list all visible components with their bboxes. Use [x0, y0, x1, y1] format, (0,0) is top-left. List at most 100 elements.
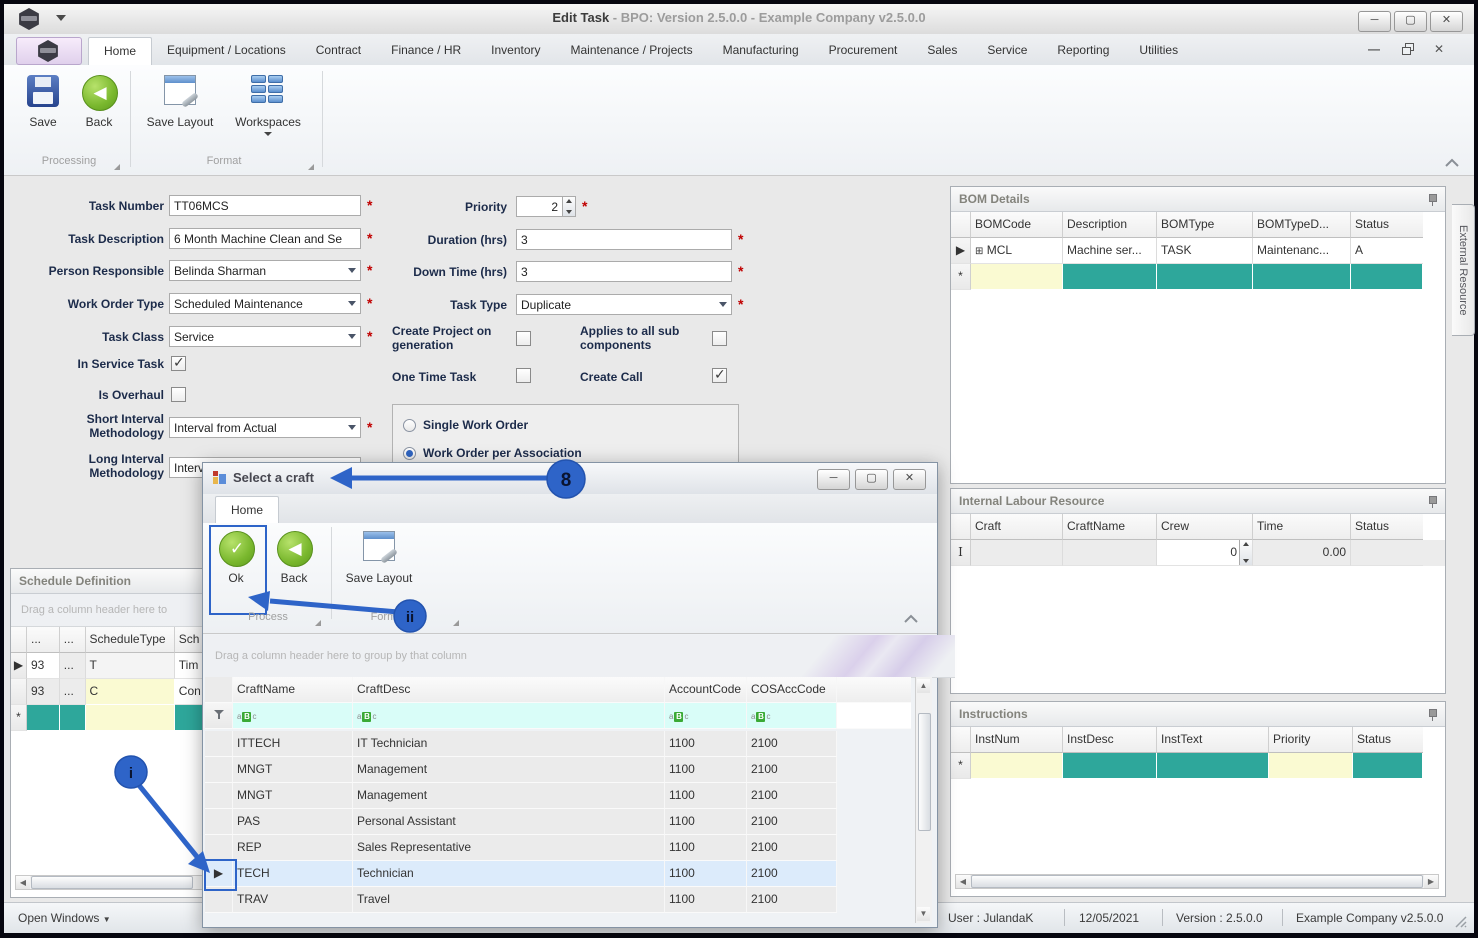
open-windows-button[interactable]: Open Windows ▼: [18, 911, 111, 925]
ellipsis-button[interactable]: ...: [59, 679, 86, 705]
mdi-close-icon[interactable]: ✕: [1434, 42, 1444, 56]
schedule-col-2[interactable]: ...: [59, 627, 86, 653]
schedule-new-row[interactable]: *: [11, 705, 211, 731]
craft-row-mngt-1[interactable]: MNGT Management 1100 2100: [205, 757, 837, 783]
scroll-thumb[interactable]: [971, 875, 1423, 888]
tab-procurement[interactable]: Procurement: [814, 37, 913, 65]
craft-col-cosacccode[interactable]: COSAccCode: [747, 677, 837, 703]
task-type-dropdown[interactable]: Duplicate: [516, 294, 732, 315]
format-group-launcher-icon[interactable]: [453, 620, 459, 626]
scroll-down-icon[interactable]: ▼: [917, 907, 930, 921]
inst-col-insttext[interactable]: InstText: [1157, 727, 1269, 753]
one-time-task-checkbox[interactable]: [516, 368, 531, 383]
tab-external-resource[interactable]: External Resource: [1452, 204, 1475, 336]
filter-craftdesc-input[interactable]: aBc: [353, 703, 665, 729]
labour-col-crew[interactable]: Crew: [1157, 514, 1253, 540]
filter-cosacccode-input[interactable]: aBc: [747, 703, 837, 729]
craft-col-craftname[interactable]: CraftName: [233, 677, 353, 703]
dialog-maximize-button[interactable]: ▢: [855, 469, 888, 490]
table-row[interactable]: ▶ 93 ... T Tim: [11, 653, 211, 679]
dialog-back-button[interactable]: ◀ Back: [269, 531, 319, 585]
tab-reporting[interactable]: Reporting: [1042, 37, 1124, 65]
scroll-thumb[interactable]: [918, 713, 931, 831]
pin-icon[interactable]: [1427, 708, 1437, 721]
save-button[interactable]: Save: [16, 75, 70, 129]
tab-service[interactable]: Service: [972, 37, 1042, 65]
minimize-button[interactable]: ─: [1358, 11, 1391, 32]
instructions-hscrollbar[interactable]: ◀ ▶: [955, 874, 1439, 889]
craft-row-pas[interactable]: PAS Personal Assistant 1100 2100: [205, 809, 837, 835]
mdi-minimize-icon[interactable]: —: [1368, 42, 1380, 56]
resize-grip-icon[interactable]: [1454, 915, 1468, 929]
filter-craftname-input[interactable]: aBc: [233, 703, 353, 729]
craft-row-ittech[interactable]: ITTECH IT Technician 1100 2100: [205, 731, 837, 757]
labour-col-craft[interactable]: Craft: [971, 514, 1063, 540]
task-description-input[interactable]: 6 Month Machine Clean and Se: [169, 228, 361, 249]
dialog-collapse-icon[interactable]: [903, 613, 919, 625]
crew-stepper[interactable]: 0: [1157, 540, 1253, 566]
tab-inventory[interactable]: Inventory: [476, 37, 555, 65]
dialog-tab-home[interactable]: Home: [215, 496, 280, 523]
is-overhaul-checkbox[interactable]: [171, 387, 186, 402]
priority-stepper[interactable]: 2: [516, 196, 576, 217]
single-work-order-radio[interactable]: [403, 419, 416, 432]
inst-col-priority[interactable]: Priority: [1269, 727, 1353, 753]
process-group-launcher-icon[interactable]: [315, 620, 321, 626]
expand-icon[interactable]: ⊞: [975, 246, 983, 257]
processing-group-launcher-icon[interactable]: [114, 164, 120, 170]
down-time-input[interactable]: 3: [516, 261, 732, 282]
tab-home[interactable]: Home: [88, 37, 153, 65]
craft-grid-vscrollbar[interactable]: ▲ ▼: [915, 677, 932, 923]
scroll-left-icon[interactable]: ◀: [956, 875, 970, 888]
save-layout-button[interactable]: Save Layout: [140, 75, 220, 129]
craft-row-trav[interactable]: TRAV Travel 1100 2100: [205, 887, 837, 913]
craft-col-accountcode[interactable]: AccountCode: [665, 677, 747, 703]
tab-finance-hr[interactable]: Finance / HR: [376, 37, 476, 65]
scroll-thumb[interactable]: [31, 876, 193, 889]
workspaces-button[interactable]: Workspaces: [230, 75, 306, 136]
close-button[interactable]: ✕: [1430, 11, 1463, 32]
tab-sales[interactable]: Sales: [912, 37, 972, 65]
table-row[interactable]: ▶ ⊞ MCL Machine ser... TASK Maintenanc..…: [951, 238, 1445, 264]
ok-button[interactable]: ✓ Ok: [211, 531, 261, 585]
scroll-right-icon[interactable]: ▶: [1424, 875, 1438, 888]
crew-spinner-icon[interactable]: [1239, 540, 1252, 565]
task-number-input[interactable]: TT06MCS: [169, 195, 361, 216]
back-button[interactable]: ◀ Back: [72, 75, 126, 129]
labour-col-time[interactable]: Time: [1253, 514, 1351, 540]
mdi-restore-icon[interactable]: [1402, 43, 1414, 55]
work-order-type-dropdown[interactable]: Scheduled Maintenance: [169, 293, 361, 314]
create-call-checkbox[interactable]: [712, 366, 727, 383]
work-order-per-association-radio[interactable]: [403, 447, 416, 460]
tab-maintenance-projects[interactable]: Maintenance / Projects: [556, 37, 708, 65]
format-group-launcher-icon[interactable]: [308, 164, 314, 170]
scroll-left-icon[interactable]: ◀: [16, 876, 30, 889]
craft-col-craftdesc[interactable]: CraftDesc: [353, 677, 665, 703]
person-responsible-dropdown[interactable]: Belinda Sharman: [169, 260, 361, 281]
bom-col-bomtypedesc[interactable]: BOMTypeD...: [1253, 212, 1351, 238]
filter-icon[interactable]: [213, 709, 224, 719]
craft-row-rep[interactable]: REP Sales Representative 1100 2100: [205, 835, 837, 861]
ribbon-collapse-icon[interactable]: [1444, 157, 1460, 169]
filter-accountcode-input[interactable]: aBc: [665, 703, 747, 729]
in-service-task-checkbox[interactable]: [171, 354, 186, 371]
table-row[interactable]: I 0 0.00: [951, 540, 1445, 566]
pin-icon[interactable]: [1427, 495, 1437, 508]
labour-col-status[interactable]: Status: [1351, 514, 1423, 540]
task-class-dropdown[interactable]: Service: [169, 326, 361, 347]
create-project-checkbox[interactable]: [516, 331, 531, 346]
application-button[interactable]: [16, 37, 82, 65]
ellipsis-button[interactable]: ...: [59, 653, 86, 679]
labour-col-craftname[interactable]: CraftName: [1063, 514, 1157, 540]
short-interval-methodology-dropdown[interactable]: Interval from Actual: [169, 417, 361, 438]
table-row[interactable]: 93 ... C Con: [11, 679, 211, 705]
pin-icon[interactable]: [1427, 193, 1437, 206]
dialog-close-button[interactable]: ✕: [893, 469, 926, 490]
scroll-up-icon[interactable]: ▲: [917, 679, 930, 693]
maximize-button[interactable]: ▢: [1394, 11, 1427, 32]
bom-col-bomtype[interactable]: BOMType: [1157, 212, 1253, 238]
bom-new-row[interactable]: *: [951, 264, 1445, 290]
dialog-minimize-button[interactable]: ─: [817, 469, 850, 490]
inst-col-instnum[interactable]: InstNum: [971, 727, 1063, 753]
tab-contract[interactable]: Contract: [301, 37, 376, 65]
